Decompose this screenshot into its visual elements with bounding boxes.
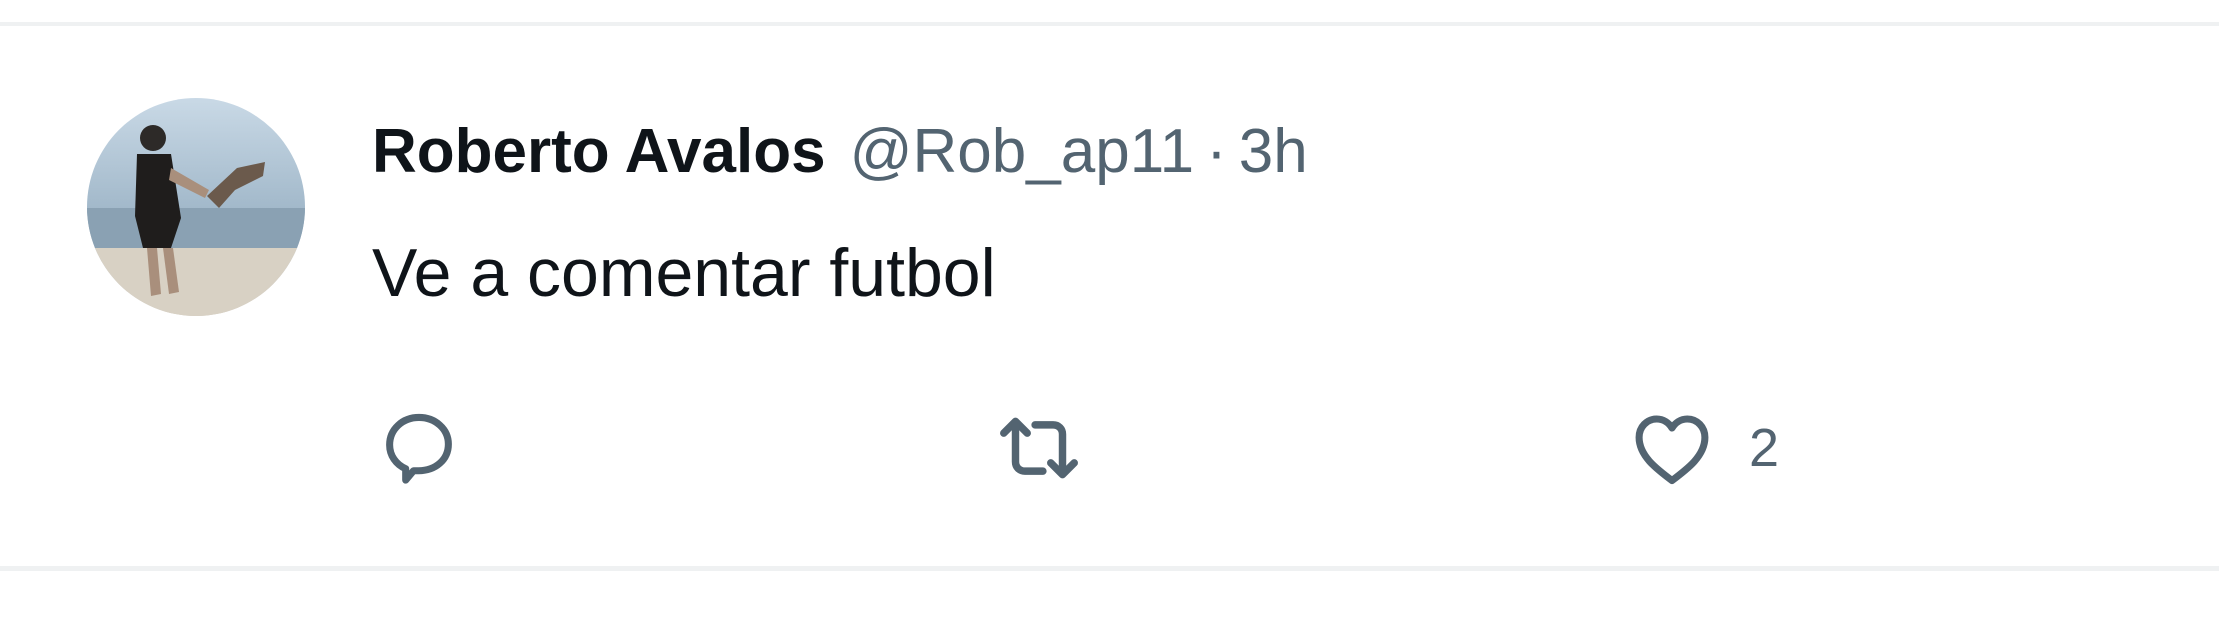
- like-count: 2: [1749, 418, 1780, 478]
- author-handle[interactable]: @Rob_ap11: [850, 112, 1194, 192]
- reply-button[interactable]: [372, 398, 466, 498]
- like-button[interactable]: 2: [1625, 398, 1779, 498]
- post-timestamp[interactable]: 3h: [1239, 112, 1308, 192]
- repost-icon: [992, 401, 1086, 495]
- bottom-divider: [0, 566, 2219, 571]
- post-header: Roberto Avalos @Rob_ap11 · 3h: [372, 112, 1308, 192]
- avatar[interactable]: [87, 98, 305, 316]
- heart-icon: [1625, 401, 1719, 495]
- post-text: Ve a comentar futbol: [372, 235, 996, 311]
- top-divider: [0, 22, 2219, 26]
- author-display-name[interactable]: Roberto Avalos: [372, 112, 826, 192]
- reply-icon: [372, 401, 466, 495]
- repost-button[interactable]: [992, 398, 1086, 498]
- separator-dot: ·: [1206, 117, 1227, 186]
